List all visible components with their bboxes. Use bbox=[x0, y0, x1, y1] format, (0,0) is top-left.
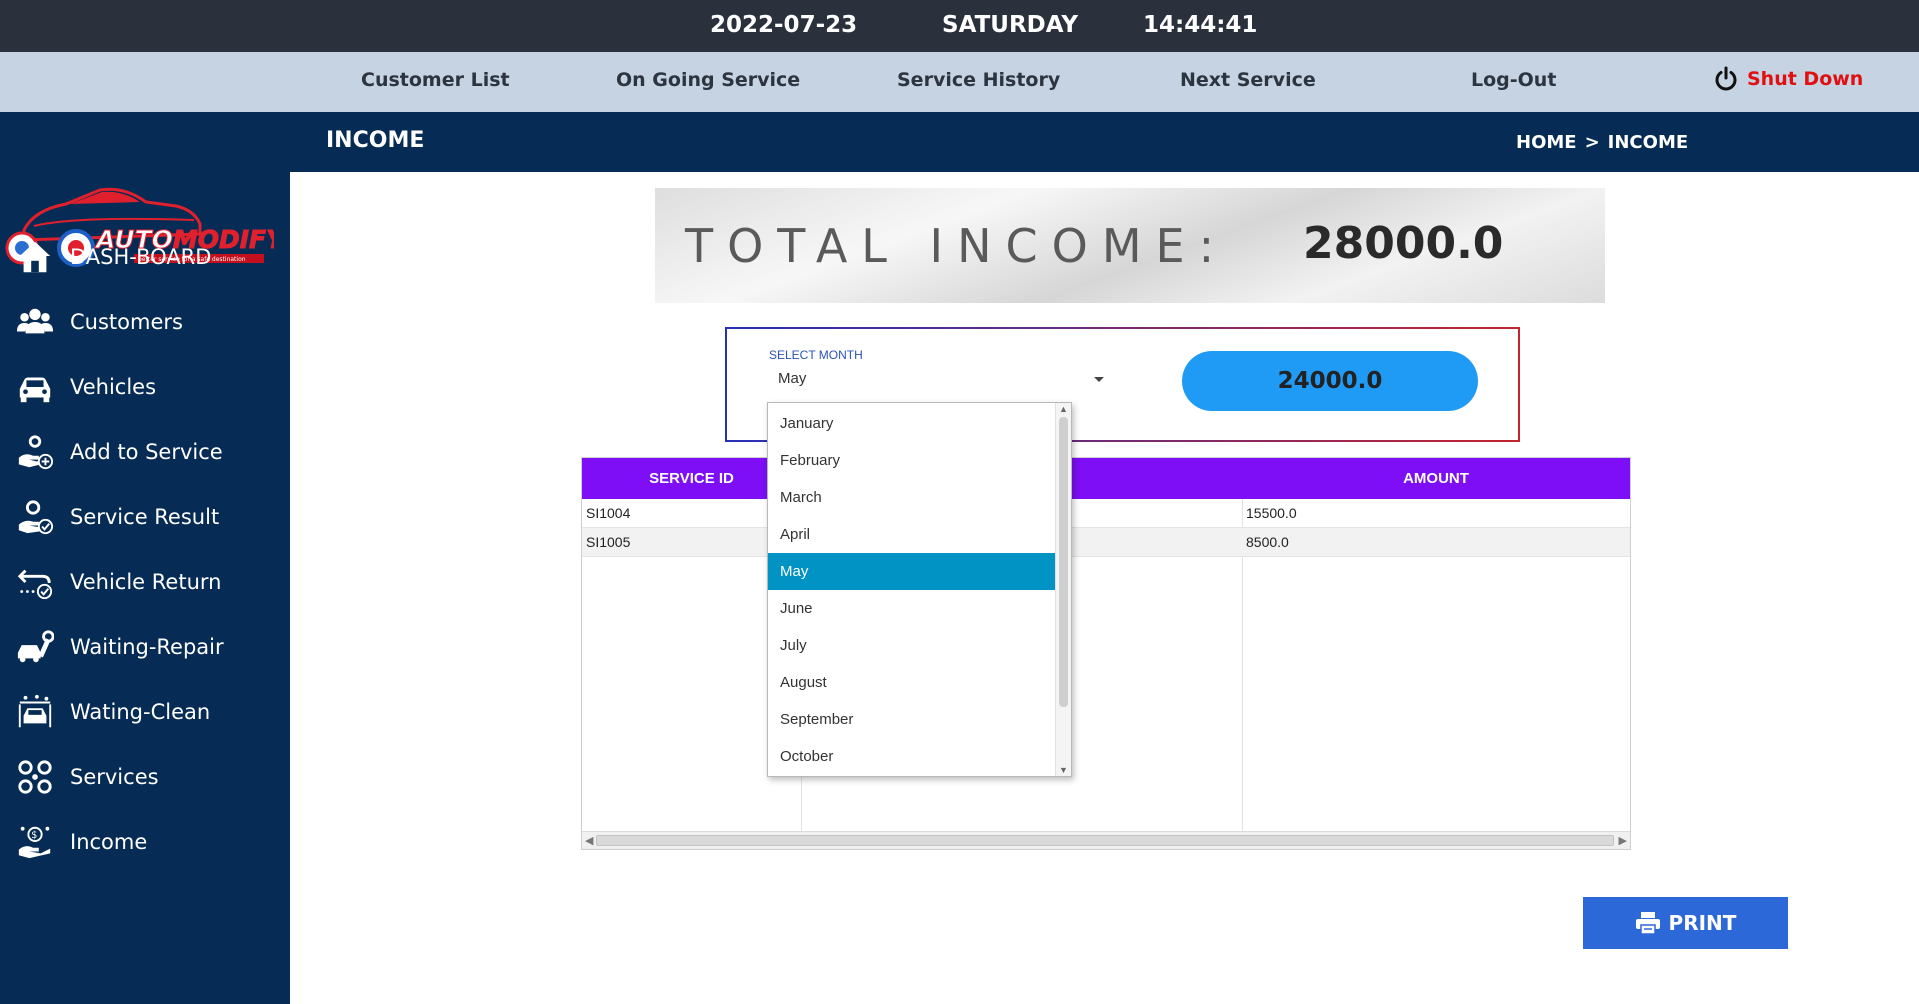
print-button[interactable]: PRINT bbox=[1583, 897, 1788, 949]
cell-amount: 8500.0 bbox=[1246, 534, 1289, 550]
sidebar-item-waiting-clean[interactable]: Wating-Clean bbox=[14, 687, 284, 737]
month-option[interactable]: June bbox=[768, 590, 1056, 627]
sidebar-item-dashboard[interactable]: DASH-BOARD bbox=[14, 232, 284, 282]
table-row[interactable]: SI1004 15500.0 bbox=[582, 499, 1630, 528]
sidebar-item-label: Income bbox=[70, 830, 148, 854]
print-label: PRINT bbox=[1668, 911, 1737, 935]
month-option[interactable]: March bbox=[768, 479, 1056, 516]
breadcrumb-current: INCOME bbox=[1607, 132, 1689, 153]
sidebar-item-label: Waiting-Repair bbox=[70, 635, 224, 659]
repair-icon bbox=[14, 627, 56, 667]
breadcrumb-separator: > bbox=[1584, 132, 1600, 153]
nav-logout[interactable]: Log-Out bbox=[1471, 69, 1556, 91]
scroll-left-icon[interactable]: ◀ bbox=[585, 834, 593, 847]
add-service-icon bbox=[14, 432, 56, 472]
income-table: SERVICE ID AMOUNT SI1004 15500.0 SI1005 … bbox=[581, 457, 1631, 850]
month-option[interactable]: February bbox=[768, 442, 1056, 479]
power-icon bbox=[1715, 66, 1737, 91]
table-header: SERVICE ID AMOUNT bbox=[582, 458, 1630, 499]
sidebar-item-service-result[interactable]: Service Result bbox=[14, 492, 284, 542]
month-select[interactable]: May bbox=[769, 365, 1104, 393]
total-income-value: 28000.0 bbox=[1303, 218, 1504, 269]
total-income-label: TOTAL INCOME: bbox=[685, 219, 1229, 273]
sidebar-item-label: Vehicles bbox=[70, 375, 157, 399]
sidebar-item-add-to-service[interactable]: Add to Service bbox=[14, 427, 284, 477]
sidebar-item-vehicle-return[interactable]: Vehicle Return bbox=[14, 557, 284, 607]
table-row[interactable]: SI1005 8500.0 bbox=[582, 528, 1630, 557]
sidebar-item-label: Customers bbox=[70, 310, 183, 334]
sidebar-item-label: Service Result bbox=[70, 505, 220, 529]
car-icon bbox=[14, 367, 56, 407]
datetime-bar: 2022-07-23 SATURDAY 14:44:41 bbox=[0, 0, 1919, 52]
nav-service-history[interactable]: Service History bbox=[897, 69, 1060, 91]
breadcrumb: HOME > INCOME bbox=[1516, 132, 1688, 153]
cell-amount: 15500.0 bbox=[1246, 505, 1297, 521]
month-option[interactable]: July bbox=[768, 627, 1056, 664]
select-month-label: SELECT MONTH bbox=[769, 348, 863, 362]
svg-text:$: $ bbox=[31, 830, 37, 841]
horizontal-scrollbar[interactable]: ◀ ▶ bbox=[582, 831, 1630, 849]
scroll-down-icon[interactable]: ▼ bbox=[1059, 765, 1068, 775]
shutdown-button[interactable]: Shut Down bbox=[1713, 66, 1863, 92]
month-option[interactable]: August bbox=[768, 664, 1056, 701]
page-header: INCOME HOME > INCOME bbox=[290, 112, 1919, 172]
nav-next-service[interactable]: Next Service bbox=[1180, 69, 1316, 91]
cell-service-id: SI1004 bbox=[586, 505, 631, 521]
page-title: INCOME bbox=[326, 128, 425, 153]
sidebar-item-label: Vehicle Return bbox=[70, 570, 222, 594]
sidebar-item-customers[interactable]: Customers bbox=[14, 297, 284, 347]
sidebar: AUTOMODIFY better service for a safe des… bbox=[0, 112, 290, 1004]
sidebar-item-services[interactable]: Services bbox=[14, 752, 284, 802]
clean-icon bbox=[14, 692, 56, 732]
nav-ongoing-service[interactable]: On Going Service bbox=[616, 69, 800, 91]
month-option[interactable]: October bbox=[768, 738, 1056, 775]
service-result-icon bbox=[14, 497, 56, 537]
month-income-total: 24000.0 bbox=[1182, 351, 1478, 411]
sidebar-item-waiting-repair[interactable]: Waiting-Repair bbox=[14, 622, 284, 672]
printer-icon bbox=[1635, 912, 1660, 935]
scrollbar-thumb[interactable] bbox=[1059, 417, 1068, 707]
chevron-down-icon bbox=[1094, 377, 1104, 382]
top-nav: Customer List On Going Service Service H… bbox=[0, 52, 1919, 112]
shutdown-label: Shut Down bbox=[1747, 68, 1864, 90]
month-option[interactable]: September bbox=[768, 701, 1056, 738]
column-amount[interactable]: AMOUNT bbox=[1242, 470, 1630, 487]
nav-customer-list[interactable]: Customer List bbox=[361, 69, 510, 91]
breadcrumb-home[interactable]: HOME bbox=[1516, 132, 1577, 153]
scroll-right-icon[interactable]: ▶ bbox=[1619, 834, 1627, 847]
dropdown-scrollbar[interactable]: ▲ ▼ bbox=[1055, 403, 1071, 776]
current-day: SATURDAY bbox=[942, 12, 1079, 38]
sidebar-item-vehicles[interactable]: Vehicles bbox=[14, 362, 284, 412]
total-income-banner: TOTAL INCOME: 28000.0 bbox=[655, 188, 1605, 303]
scrollbar-thumb[interactable] bbox=[596, 835, 1614, 846]
sidebar-item-label: Wating-Clean bbox=[70, 700, 211, 724]
sidebar-item-label: Add to Service bbox=[70, 440, 223, 464]
month-option[interactable]: January bbox=[768, 405, 1056, 442]
home-icon bbox=[14, 237, 56, 277]
return-icon bbox=[14, 562, 56, 602]
sidebar-item-income[interactable]: $ Income bbox=[14, 817, 284, 867]
users-icon bbox=[14, 302, 56, 342]
month-select-value: May bbox=[778, 370, 807, 387]
cell-service-id: SI1005 bbox=[586, 534, 631, 550]
month-option-selected[interactable]: May bbox=[768, 553, 1056, 590]
current-date: 2022-07-23 bbox=[710, 12, 858, 38]
income-icon: $ bbox=[14, 822, 56, 862]
scroll-up-icon[interactable]: ▲ bbox=[1059, 404, 1068, 414]
current-time: 14:44:41 bbox=[1143, 12, 1258, 38]
services-icon bbox=[14, 757, 56, 797]
sidebar-item-label: Services bbox=[70, 765, 159, 789]
month-dropdown-list: January February March April May June Ju… bbox=[767, 402, 1072, 777]
sidebar-item-label: DASH-BOARD bbox=[70, 245, 212, 269]
month-option[interactable]: April bbox=[768, 516, 1056, 553]
